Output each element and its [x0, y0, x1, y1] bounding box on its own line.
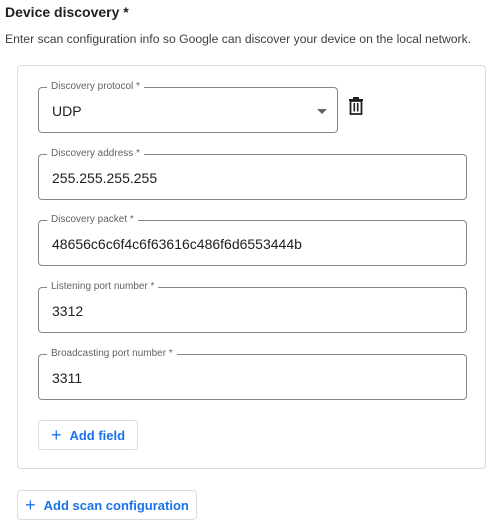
discovery-address-label: Discovery address * — [47, 148, 144, 160]
discovery-packet-label: Discovery packet * — [47, 214, 138, 226]
listening-port-value: 3312 — [52, 303, 84, 319]
discovery-address-value: 255.255.255.255 — [52, 170, 158, 186]
broadcasting-port-label: Broadcasting port number * — [47, 348, 177, 360]
listening-port-field[interactable]: Listening port number * 3312 — [38, 281, 467, 333]
listening-port-label: Listening port number * — [47, 281, 159, 293]
plus-icon: + — [50, 425, 62, 445]
add-scan-configuration-label: Add scan configuration — [43, 497, 189, 513]
discovery-packet-value: 48656c6c6f4c6f63616c486f6d6553444b — [52, 236, 302, 252]
broadcasting-port-value: 3311 — [52, 370, 83, 386]
add-field-label: Add field — [69, 427, 126, 443]
add-scan-configuration-button[interactable]: + Add scan configuration — [17, 490, 197, 520]
section-description: Enter scan configuration info so Google … — [5, 32, 472, 46]
add-field-button[interactable]: + Add field — [38, 420, 138, 450]
discovery-protocol-value: UDP — [52, 103, 82, 119]
broadcasting-port-field[interactable]: Broadcasting port number * 3311 — [38, 348, 467, 400]
discovery-packet-field[interactable]: Discovery packet * 48656c6c6f4c6f63616c4… — [38, 214, 467, 266]
section-title: Device discovery * — [5, 4, 129, 20]
trash-icon[interactable] — [348, 97, 364, 115]
discovery-protocol-select[interactable]: Discovery protocol * UDP — [38, 81, 338, 133]
chevron-down-icon — [317, 109, 327, 114]
discovery-protocol-label: Discovery protocol * — [47, 81, 144, 93]
discovery-address-field[interactable]: Discovery address * 255.255.255.255 — [38, 148, 467, 200]
plus-icon: + — [25, 495, 36, 515]
